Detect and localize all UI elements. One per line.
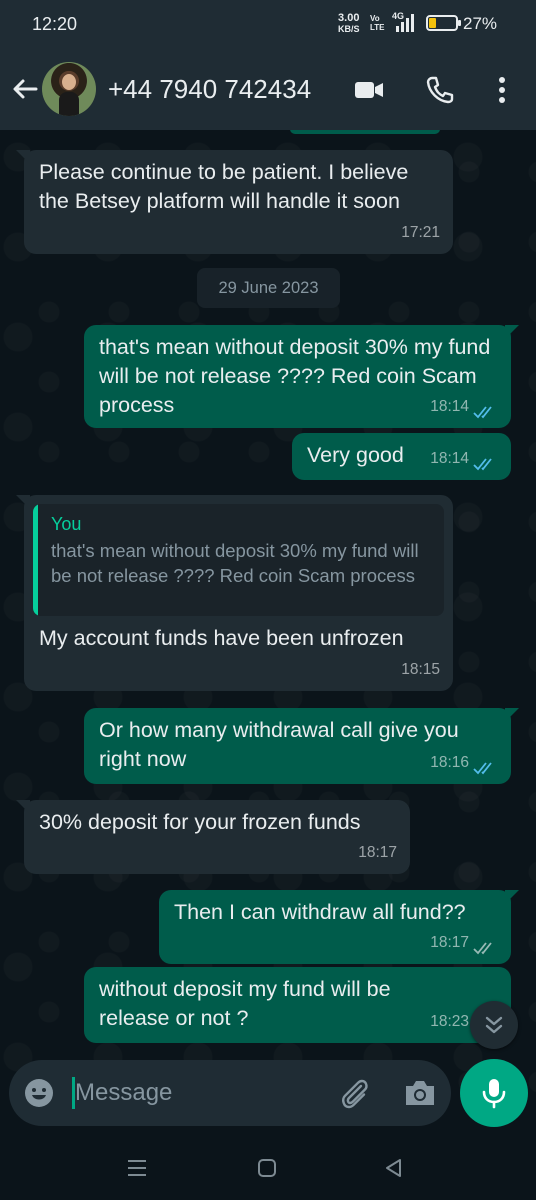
- message-incoming[interactable]: 30% deposit for your frozen funds 18:17: [16, 800, 410, 874]
- read-ticks-icon: [473, 762, 492, 775]
- volte-top: Vo: [370, 14, 380, 23]
- battery-fill: [429, 18, 436, 28]
- video-call-button[interactable]: [353, 74, 385, 106]
- message-composer: [9, 1060, 451, 1126]
- network-speed-unit: KB/S: [338, 24, 360, 34]
- paperclip-icon: [342, 1079, 368, 1109]
- message-time: 17:21: [401, 224, 440, 241]
- home-button[interactable]: [254, 1155, 280, 1181]
- camera-button[interactable]: [403, 1077, 437, 1109]
- message-outgoing[interactable]: Very good 18:14: [292, 433, 511, 480]
- chat-area[interactable]: Please continue to be patient. I believe…: [0, 130, 536, 1130]
- message-time: 18:14: [430, 398, 469, 415]
- volte-indicator: Vo LTE: [370, 14, 385, 32]
- bubble-tail: [16, 150, 30, 164]
- system-nav-bar: [0, 1135, 536, 1200]
- bubble-tail: [505, 890, 519, 904]
- triangle-back-icon: [386, 1159, 401, 1177]
- message-time: 18:17: [430, 934, 469, 951]
- attach-button[interactable]: [337, 1077, 371, 1111]
- more-options-button[interactable]: [488, 74, 516, 106]
- volte-bottom: LTE: [370, 23, 385, 32]
- bubble-tail: [16, 495, 30, 509]
- message-outgoing[interactable]: Or how many withdrawal call give you rig…: [84, 708, 519, 784]
- phone-icon: [426, 76, 454, 104]
- message-incoming[interactable]: Please continue to be patient. I believe…: [16, 150, 453, 254]
- network-speed-value: 3.00: [338, 12, 360, 24]
- square-home-icon: [258, 1159, 276, 1177]
- quote-author: You: [51, 514, 82, 534]
- quote-text: that's mean without deposit 30% my fund …: [51, 540, 419, 586]
- status-time: 12:20: [32, 14, 78, 34]
- message-text: Then I can withdraw all fund??: [174, 900, 466, 924]
- scroll-to-bottom-button[interactable]: [470, 1001, 518, 1049]
- bubble-tail: [505, 325, 519, 339]
- double-chevron-down-icon: [485, 1016, 503, 1034]
- bubble-tail: [16, 800, 30, 814]
- avatar-body: [59, 92, 79, 116]
- emoji-button[interactable]: [23, 1077, 55, 1109]
- battery-percent: 27%: [463, 14, 498, 33]
- message-incoming-reply[interactable]: You that's mean without deposit 30% my f…: [16, 495, 453, 691]
- message-time: 18:15: [401, 661, 440, 678]
- contact-avatar[interactable]: [42, 62, 96, 116]
- chat-header: +44 7940 742434: [0, 48, 536, 130]
- back-button[interactable]: [10, 74, 40, 104]
- voice-message-button[interactable]: [460, 1059, 528, 1127]
- network-speed: 3.00 KB/S: [338, 12, 360, 35]
- message-time: 18:14: [430, 450, 469, 467]
- message-text: Please continue to be patient. I believe…: [39, 160, 409, 213]
- message-outgoing[interactable]: without deposit my fund will be release …: [84, 967, 511, 1043]
- message-text: My account funds have been unfrozen: [39, 626, 404, 650]
- quoted-message[interactable]: You that's mean without deposit 30% my f…: [33, 504, 444, 616]
- message-input[interactable]: [75, 1072, 315, 1114]
- previous-message-edge: [290, 130, 440, 134]
- emoji-icon: [25, 1079, 53, 1107]
- delivered-ticks-icon: [473, 942, 492, 955]
- read-ticks-icon: [473, 406, 492, 419]
- battery-icon: [426, 15, 461, 31]
- video-call-icon: [355, 82, 383, 98]
- message-time: 18:23: [430, 1013, 469, 1030]
- read-ticks-icon: [473, 458, 492, 471]
- quote-bar: [33, 504, 38, 616]
- bubble-tail: [505, 708, 519, 722]
- status-bar: 12:20 3.00 KB/S Vo LTE 4G 27%: [0, 0, 536, 48]
- camera-icon: [406, 1081, 434, 1105]
- message-outgoing[interactable]: Then I can withdraw all fund?? 18:17: [159, 890, 519, 964]
- message-text: 30% deposit for your frozen funds: [39, 810, 361, 834]
- more-vert-icon: [499, 77, 505, 103]
- message-time: 18:16: [430, 754, 469, 771]
- voice-call-button[interactable]: [424, 74, 456, 106]
- avatar-face: [62, 74, 76, 90]
- menu-lines-icon: [128, 1160, 146, 1176]
- arrow-left-icon: [13, 79, 38, 99]
- date-divider: 29 June 2023: [197, 268, 340, 308]
- message-outgoing[interactable]: that's mean without deposit 30% my fund …: [84, 325, 519, 428]
- mic-icon: [482, 1079, 506, 1109]
- message-time: 18:17: [358, 844, 397, 861]
- message-text: without deposit my fund will be release …: [99, 977, 391, 1030]
- back-nav-button[interactable]: [381, 1155, 407, 1181]
- contact-name[interactable]: +44 7940 742434: [108, 74, 311, 105]
- recents-button[interactable]: [124, 1155, 150, 1181]
